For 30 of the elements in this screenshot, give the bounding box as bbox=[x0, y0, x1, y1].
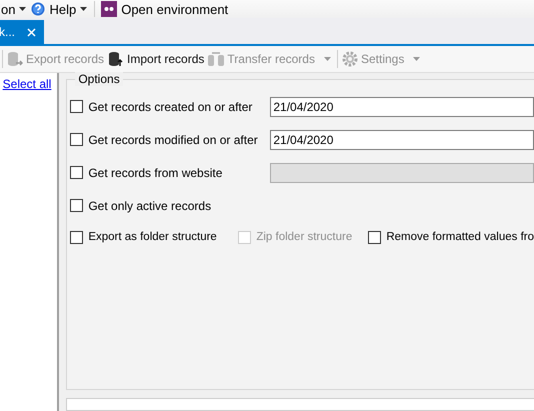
database-export-icon bbox=[7, 51, 23, 67]
group-title: Options bbox=[75, 72, 123, 86]
checkbox-box[interactable] bbox=[70, 166, 84, 179]
caret-icon bbox=[80, 7, 88, 11]
settings-icon bbox=[342, 51, 358, 67]
checkbox-box[interactable] bbox=[70, 100, 84, 113]
checkbox[interactable]: Get records from website bbox=[70, 166, 270, 180]
environment-icon bbox=[101, 1, 118, 17]
checkbox[interactable]: Get records modified on or after bbox=[70, 132, 270, 146]
checkbox[interactable]: Remove formatted values fro bbox=[368, 230, 534, 244]
checkbox-box[interactable] bbox=[70, 230, 84, 244]
caret-icon bbox=[19, 7, 26, 11]
checkbox-box[interactable] bbox=[368, 230, 382, 244]
database-import-icon bbox=[108, 51, 124, 67]
select-all-link[interactable]: Select all bbox=[2, 77, 52, 91]
toolbar-button[interactable]: Import records bbox=[108, 51, 208, 67]
input-field[interactable]: 21/04/2020 bbox=[270, 96, 534, 116]
checkbox[interactable]: Get records created on or after bbox=[70, 100, 270, 114]
database-transfer-icon bbox=[208, 51, 224, 67]
menu-item[interactable]: Help bbox=[31, 2, 92, 16]
help-icon bbox=[31, 2, 46, 16]
document-tab[interactable]: k... bbox=[0, 20, 44, 44]
checkbox[interactable]: Get only active records bbox=[70, 198, 270, 212]
close-icon[interactable] bbox=[27, 28, 36, 36]
menu-item[interactable]: on bbox=[1, 2, 32, 16]
checkbox-box[interactable] bbox=[70, 133, 84, 146]
checkbox[interactable]: Export as folder structure bbox=[70, 230, 238, 244]
menu-item[interactable]: Open environment bbox=[101, 1, 234, 17]
checkbox-box[interactable] bbox=[70, 199, 84, 212]
input-field[interactable]: 21/04/2020 bbox=[270, 130, 534, 150]
